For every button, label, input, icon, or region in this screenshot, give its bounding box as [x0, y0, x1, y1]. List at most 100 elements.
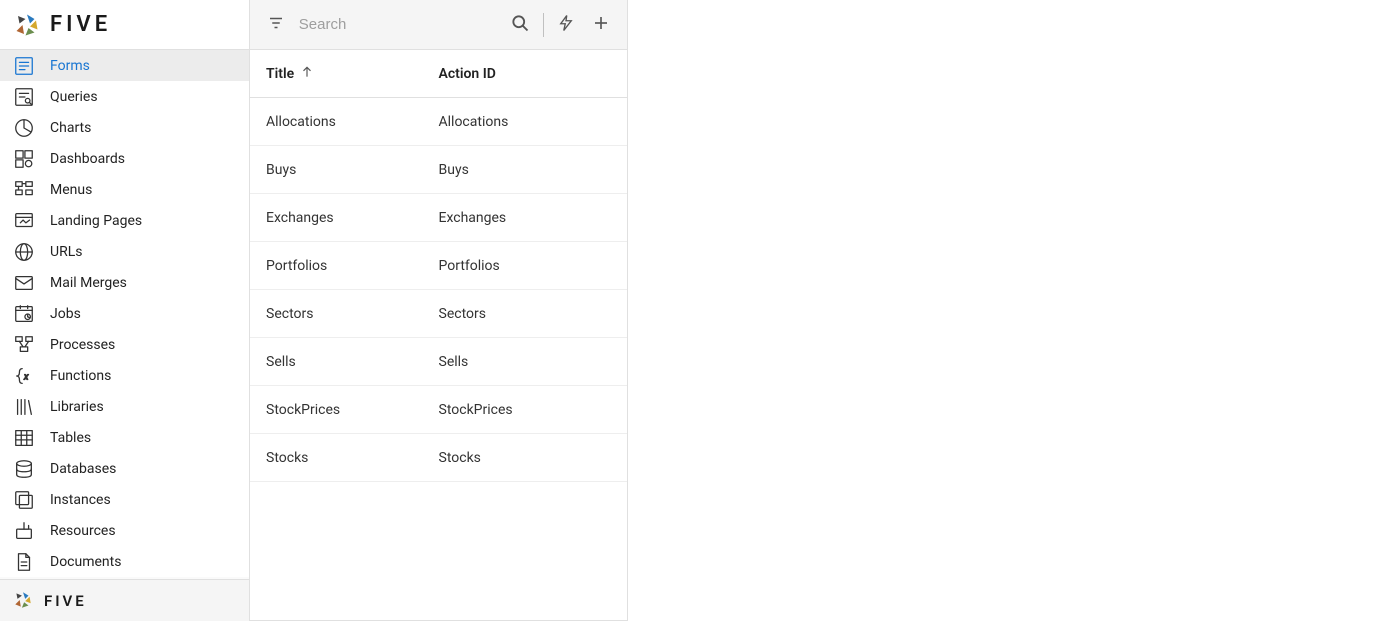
table-row[interactable]: AllocationsAllocations — [250, 98, 627, 146]
sidebar-item-label: Mail Merges — [50, 275, 127, 291]
cell-action-id: Exchanges — [439, 210, 612, 226]
sidebar-nav[interactable]: Forms Queries Charts Dashboards Menus Landing… — [0, 50, 249, 579]
brand-name: FIVE — [50, 12, 111, 37]
instance-icon — [10, 489, 38, 511]
list-panel: Title Action ID AllocationsAllocationsBu… — [250, 0, 628, 621]
sidebar-item-label: Menus — [50, 182, 92, 198]
sidebar-item-label: Instances — [50, 492, 111, 508]
sidebar-item-libraries[interactable]: Libraries — [0, 391, 249, 422]
sidebar-item-label: Dashboards — [50, 151, 125, 167]
menu-icon — [10, 179, 38, 201]
sidebar-item-instances[interactable]: Instances — [0, 484, 249, 515]
table-icon — [10, 427, 38, 449]
sidebar-item-label: Databases — [50, 461, 116, 477]
sidebar-item-menus[interactable]: Menus — [0, 174, 249, 205]
sidebar-item-label: Queries — [50, 89, 98, 105]
svg-text:x: x — [23, 372, 29, 382]
logo-icon — [12, 589, 36, 613]
cell-action-id: Allocations — [439, 114, 612, 130]
table-row[interactable]: PortfoliosPortfolios — [250, 242, 627, 290]
main-panel: Title Action ID AllocationsAllocationsBu… — [250, 0, 628, 621]
sidebar-item-functions[interactable]: x Functions — [0, 360, 249, 391]
sidebar-item-queries[interactable]: Queries — [0, 81, 249, 112]
sidebar-item-databases[interactable]: Databases — [0, 453, 249, 484]
table-row[interactable]: SectorsSectors — [250, 290, 627, 338]
cell-action-id: Stocks — [439, 450, 612, 466]
document-icon — [10, 551, 38, 573]
mail-icon — [10, 272, 38, 294]
sidebar-item-tables[interactable]: Tables — [0, 422, 249, 453]
url-icon — [10, 241, 38, 263]
sidebar-item-forms[interactable]: Forms — [0, 50, 249, 81]
cell-action-id: Sells — [439, 354, 612, 370]
footer-brand-name: FIVE — [44, 592, 87, 610]
form-icon — [10, 55, 38, 77]
toolbar — [250, 0, 627, 50]
cell-title: Buys — [266, 162, 439, 178]
sort-ascending-icon — [300, 65, 314, 83]
column-action-label: Action ID — [439, 66, 496, 82]
database-icon — [10, 458, 38, 480]
sidebar-footer[interactable]: FIVE — [0, 579, 249, 621]
table-row[interactable]: SellsSells — [250, 338, 627, 386]
process-icon — [10, 334, 38, 356]
search-icon — [510, 13, 530, 36]
table-row[interactable]: StocksStocks — [250, 434, 627, 482]
toolbar-divider — [543, 13, 544, 37]
filter-button[interactable] — [264, 11, 289, 39]
search-button[interactable] — [508, 11, 533, 39]
sidebar-item-label: Charts — [50, 120, 91, 136]
sidebar-item-label: Documents — [50, 554, 121, 570]
sidebar-item-label: Jobs — [50, 306, 81, 322]
cell-title: Sectors — [266, 306, 439, 322]
sidebar-item-landing-pages[interactable]: Landing Pages — [0, 205, 249, 236]
sidebar: FIVE Forms Queries Charts Dashboards Menus La… — [0, 0, 250, 621]
sidebar-item-documents[interactable]: Documents — [0, 546, 249, 577]
sidebar-item-charts[interactable]: Charts — [0, 112, 249, 143]
add-button[interactable] — [588, 11, 613, 39]
plus-icon — [592, 14, 610, 35]
sidebar-item-mail-merges[interactable]: Mail Merges — [0, 267, 249, 298]
sidebar-item-resources[interactable]: Resources — [0, 515, 249, 546]
column-header-title[interactable]: Title — [266, 65, 439, 83]
column-title-label: Title — [266, 66, 294, 82]
resource-icon — [10, 520, 38, 542]
table-row[interactable]: StockPricesStockPrices — [250, 386, 627, 434]
lightning-icon — [557, 14, 575, 35]
data-table: Title Action ID AllocationsAllocationsBu… — [250, 50, 627, 620]
sidebar-item-dashboards[interactable]: Dashboards — [0, 143, 249, 174]
landing-icon — [10, 210, 38, 232]
sidebar-item-label: Landing Pages — [50, 213, 142, 229]
column-header-action-id[interactable]: Action ID — [439, 66, 612, 82]
cell-action-id: Buys — [439, 162, 612, 178]
cell-title: Sells — [266, 354, 439, 370]
chart-icon — [10, 117, 38, 139]
cell-title: StockPrices — [266, 402, 439, 418]
sidebar-item-jobs[interactable]: Jobs — [0, 298, 249, 329]
filter-icon — [267, 14, 285, 35]
sidebar-item-label: Resources — [50, 523, 116, 539]
cell-action-id: StockPrices — [439, 402, 612, 418]
library-icon — [10, 396, 38, 418]
function-icon: x — [10, 365, 38, 387]
dashboard-icon — [10, 148, 38, 170]
table-body: AllocationsAllocationsBuysBuysExchangesE… — [250, 98, 627, 482]
search-input[interactable] — [299, 16, 498, 33]
query-icon — [10, 86, 38, 108]
table-row[interactable]: BuysBuys — [250, 146, 627, 194]
sidebar-item-label: Functions — [50, 368, 111, 384]
lightning-button[interactable] — [553, 11, 578, 39]
cell-title: Portfolios — [266, 258, 439, 274]
sidebar-item-urls[interactable]: URLs — [0, 236, 249, 267]
sidebar-item-label: URLs — [50, 244, 82, 260]
table-header: Title Action ID — [250, 50, 627, 98]
sidebar-item-label: Processes — [50, 337, 115, 353]
cell-title: Allocations — [266, 114, 439, 130]
cell-action-id: Portfolios — [439, 258, 612, 274]
logo-icon — [12, 10, 42, 40]
sidebar-item-label: Libraries — [50, 399, 104, 415]
table-row[interactable]: ExchangesExchanges — [250, 194, 627, 242]
cell-title: Exchanges — [266, 210, 439, 226]
job-icon — [10, 303, 38, 325]
sidebar-item-processes[interactable]: Processes — [0, 329, 249, 360]
